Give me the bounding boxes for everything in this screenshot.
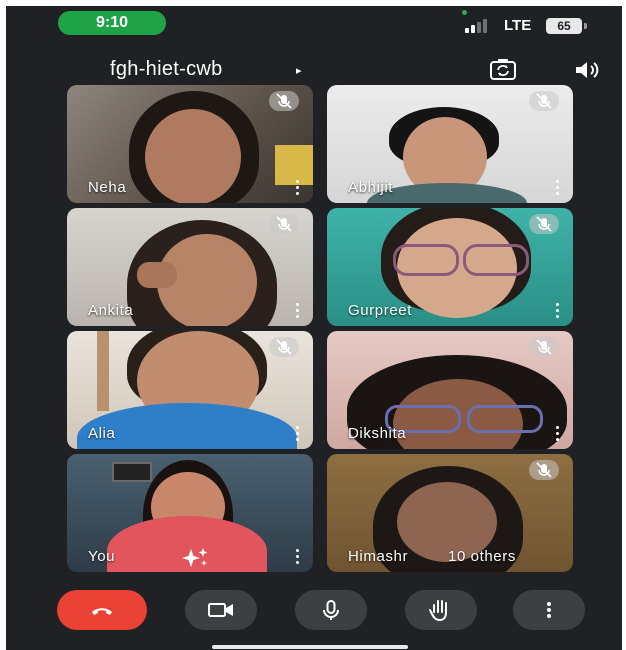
participant-name: Ankita xyxy=(88,302,134,319)
meet-call-screen: 9:10 LTE 65 fgh-hiet-cwb ▸ Neha Abhijit … xyxy=(6,6,622,650)
end-call-button[interactable] xyxy=(57,590,147,630)
participant-tile[interactable]: Gurpreet xyxy=(327,208,573,326)
participant-name: You xyxy=(88,548,116,565)
participant-tile[interactable]: Abhijit xyxy=(327,85,573,203)
mic-off-icon xyxy=(529,460,559,480)
meeting-code[interactable]: fgh-hiet-cwb xyxy=(110,58,223,81)
camera-toggle-button[interactable] xyxy=(185,590,257,630)
self-view-tile[interactable]: You xyxy=(67,454,313,572)
participant-name: Neha xyxy=(88,179,127,196)
more-options-icon[interactable] xyxy=(291,177,305,197)
meeting-info-caret-icon[interactable]: ▸ xyxy=(296,64,302,77)
participant-tile[interactable]: Neha xyxy=(67,85,313,203)
battery-icon xyxy=(584,23,587,29)
mic-off-icon xyxy=(269,91,299,111)
battery-level: 65 xyxy=(546,18,582,34)
more-options-icon[interactable] xyxy=(291,546,305,566)
background-object xyxy=(112,462,152,482)
microphone-icon xyxy=(323,600,339,620)
participant-glasses xyxy=(463,244,529,276)
speaker-icon[interactable] xyxy=(572,58,602,82)
more-vertical-icon xyxy=(547,602,551,618)
mic-off-icon xyxy=(269,214,299,234)
participant-glasses xyxy=(393,244,459,276)
participant-name: Himashr xyxy=(348,548,409,565)
privacy-indicator-dot xyxy=(462,10,467,15)
participant-face xyxy=(145,109,241,203)
mic-off-icon xyxy=(529,337,559,357)
more-options-icon[interactable] xyxy=(551,423,565,443)
mic-off-icon xyxy=(529,214,559,234)
effects-sparkle-icon[interactable] xyxy=(179,546,211,568)
participant-tile[interactable]: Himashr 10 others xyxy=(327,454,573,572)
participant-name: Abhijit xyxy=(348,179,394,196)
switch-camera-icon[interactable] xyxy=(488,58,518,82)
others-count: 10 others xyxy=(448,548,516,565)
participant-tile[interactable]: Alia xyxy=(67,331,313,449)
more-options-icon[interactable] xyxy=(291,423,305,443)
raise-hand-button[interactable] xyxy=(405,590,477,630)
participant-hand xyxy=(137,262,177,288)
more-options-icon[interactable] xyxy=(551,300,565,320)
participant-name: Alia xyxy=(88,425,116,442)
mic-off-icon xyxy=(269,337,299,357)
status-time: 9:10 xyxy=(58,11,166,35)
mic-off-icon xyxy=(529,91,559,111)
mic-toggle-button[interactable] xyxy=(295,590,367,630)
home-indicator[interactable] xyxy=(212,645,408,649)
participant-glasses xyxy=(467,405,543,433)
video-camera-icon xyxy=(208,603,233,617)
participant-tile[interactable]: Ankita xyxy=(67,208,313,326)
more-options-icon[interactable] xyxy=(551,177,565,197)
raise-hand-icon xyxy=(429,600,447,622)
more-options-button[interactable] xyxy=(513,590,585,630)
signal-strength-icon xyxy=(465,19,495,33)
phone-hangup-icon xyxy=(92,608,112,615)
more-options-icon[interactable] xyxy=(291,300,305,320)
participant-name: Dikshita xyxy=(348,425,407,442)
network-type: LTE xyxy=(504,17,532,34)
participant-name: Gurpreet xyxy=(348,302,412,319)
participant-tile[interactable]: Dikshita xyxy=(327,331,573,449)
background-object xyxy=(97,331,109,411)
